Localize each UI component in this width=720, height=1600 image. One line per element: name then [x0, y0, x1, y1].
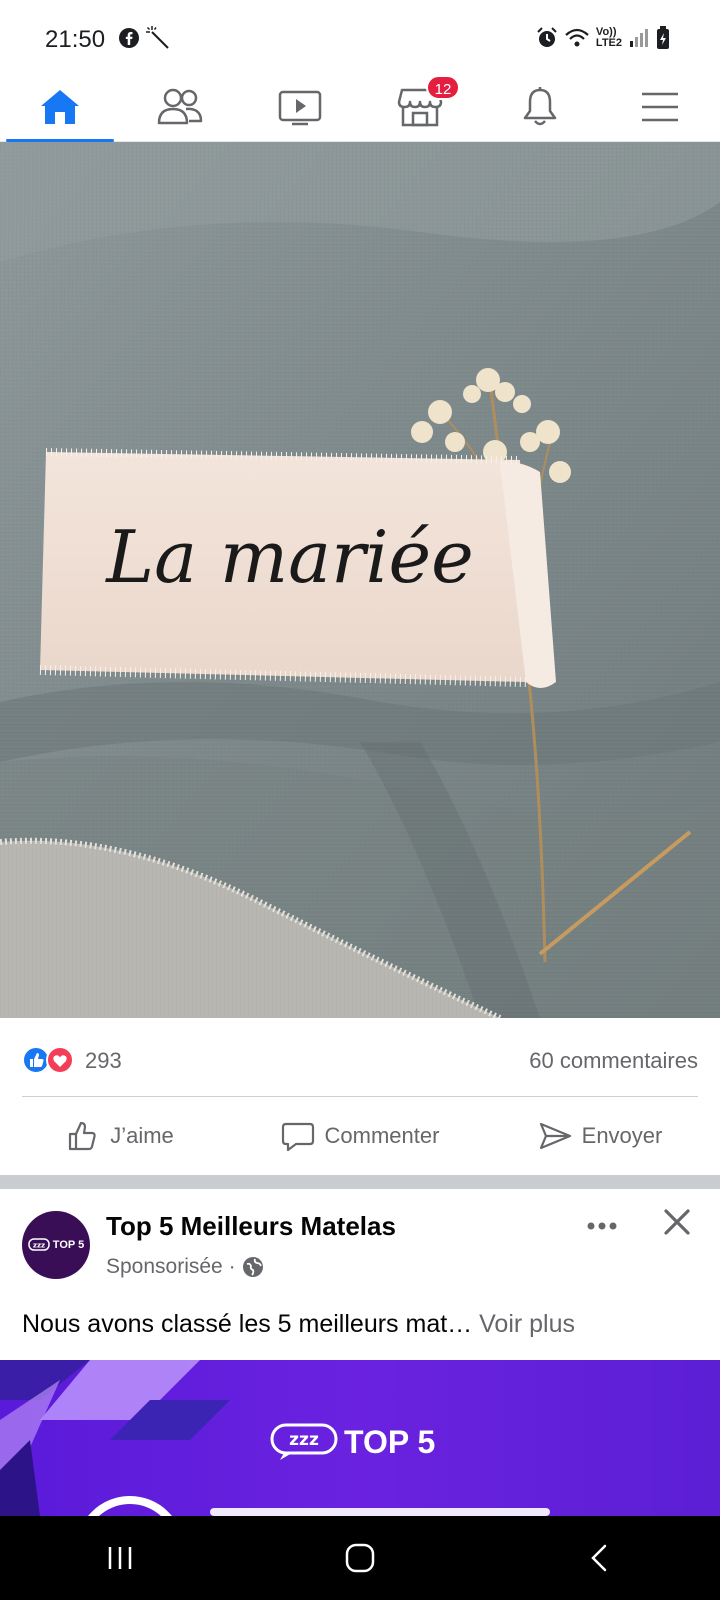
globe-icon: [242, 1257, 263, 1277]
top-navigation: 12: [0, 72, 720, 142]
nav-home[interactable]: [0, 72, 120, 142]
more-options-button[interactable]: [586, 1207, 618, 1238]
nav-menu[interactable]: [600, 72, 720, 142]
sponsored-text: Nous avons classé les 5 meilleurs mat… V…: [22, 1310, 702, 1339]
back-button[interactable]: [560, 1528, 640, 1588]
like-label: J’aime: [110, 1123, 174, 1148]
bell-icon: [523, 87, 557, 126]
video-icon: [278, 90, 322, 126]
post-actions: J’aime Commenter Envoyer: [0, 1097, 720, 1175]
sponsored-body: Nous avons classé les 5 meilleurs mat…: [22, 1310, 473, 1338]
nav-friends[interactable]: [120, 72, 240, 142]
network-label: Vo)) LTE2: [596, 27, 622, 49]
post-photo: La mariée: [0, 142, 720, 1018]
more-dots-icon: [587, 1222, 617, 1230]
avatar-text: TOP 5: [52, 1239, 85, 1251]
sponsored-post-header: zzz TOP 5 Top 5 Meilleurs Matelas Sponso…: [0, 1189, 720, 1289]
marketplace-badge: 12: [426, 75, 460, 100]
reaction-icons[interactable]: [22, 1046, 74, 1074]
zzz-text: zzz: [289, 1430, 319, 1450]
love-reaction-icon: [46, 1046, 74, 1074]
system-navigation-bar: [0, 1516, 720, 1600]
ribbon-text: La mariée: [104, 515, 474, 599]
home-icon: [41, 90, 79, 124]
status-left-icons: [118, 26, 172, 50]
battery-icon: [657, 26, 669, 49]
close-icon: [664, 1209, 690, 1235]
sleep-badge-icon: zzz: [28, 1238, 50, 1251]
hide-post-button[interactable]: [662, 1207, 692, 1242]
recent-apps-button[interactable]: [80, 1528, 160, 1588]
network-lte: LTE2: [595, 37, 622, 49]
facebook-notification-icon: [119, 28, 139, 48]
nav-notifications[interactable]: [480, 72, 600, 142]
back-icon: [591, 1544, 607, 1572]
wifi-icon: [565, 28, 589, 47]
post-image[interactable]: La mariée: [0, 142, 720, 1018]
see-more-link[interactable]: Voir plus: [479, 1310, 575, 1338]
friends-icon: [157, 88, 203, 125]
recent-apps-icon: [108, 1547, 132, 1569]
magic-wand-icon: [146, 26, 169, 49]
avatar[interactable]: zzz TOP 5: [22, 1211, 90, 1279]
comment-button[interactable]: Commenter: [240, 1097, 480, 1175]
ad-logo-text: TOP 5: [344, 1423, 436, 1460]
svg-text:zzz: zzz: [33, 1242, 45, 1250]
ad-banner[interactable]: zzz TOP 5: [0, 1360, 720, 1516]
nav-video[interactable]: [240, 72, 360, 142]
send-icon: [539, 1122, 571, 1150]
alarm-icon: [537, 27, 557, 47]
comment-icon: [281, 1122, 314, 1152]
status-right-icons: Vo)) LTE2: [536, 26, 670, 50]
status-time: 21:50: [45, 26, 106, 53]
reaction-count[interactable]: 293: [85, 1048, 122, 1074]
sponsor-meta: Sponsorisée ·: [106, 1255, 264, 1279]
nav-marketplace[interactable]: 12: [360, 72, 480, 142]
status-bar: 21:50 Vo)) LTE2: [0, 0, 720, 72]
home-button-icon: [345, 1543, 375, 1573]
comments-count[interactable]: 60 commentaires: [529, 1048, 698, 1074]
send-label: Envoyer: [581, 1123, 663, 1148]
feed-separator: [0, 1175, 720, 1189]
home-system-button[interactable]: [320, 1528, 400, 1588]
like-button[interactable]: J’aime: [0, 1097, 240, 1175]
thumbs-up-icon: [69, 1121, 96, 1151]
zzz-badge-icon: zzz: [270, 1423, 338, 1460]
reactions-row: 293 60 commentaires: [0, 1018, 720, 1096]
hamburger-menu-icon: [642, 92, 678, 122]
sponsor-page-name[interactable]: Top 5 Meilleurs Matelas: [106, 1211, 396, 1242]
send-button[interactable]: Envoyer: [480, 1097, 720, 1175]
comment-label: Commenter: [324, 1123, 440, 1148]
ad-logo: zzz TOP 5: [270, 1422, 435, 1462]
sponsored-label: Sponsorisée ·: [106, 1255, 236, 1278]
signal-icon: [630, 29, 648, 47]
